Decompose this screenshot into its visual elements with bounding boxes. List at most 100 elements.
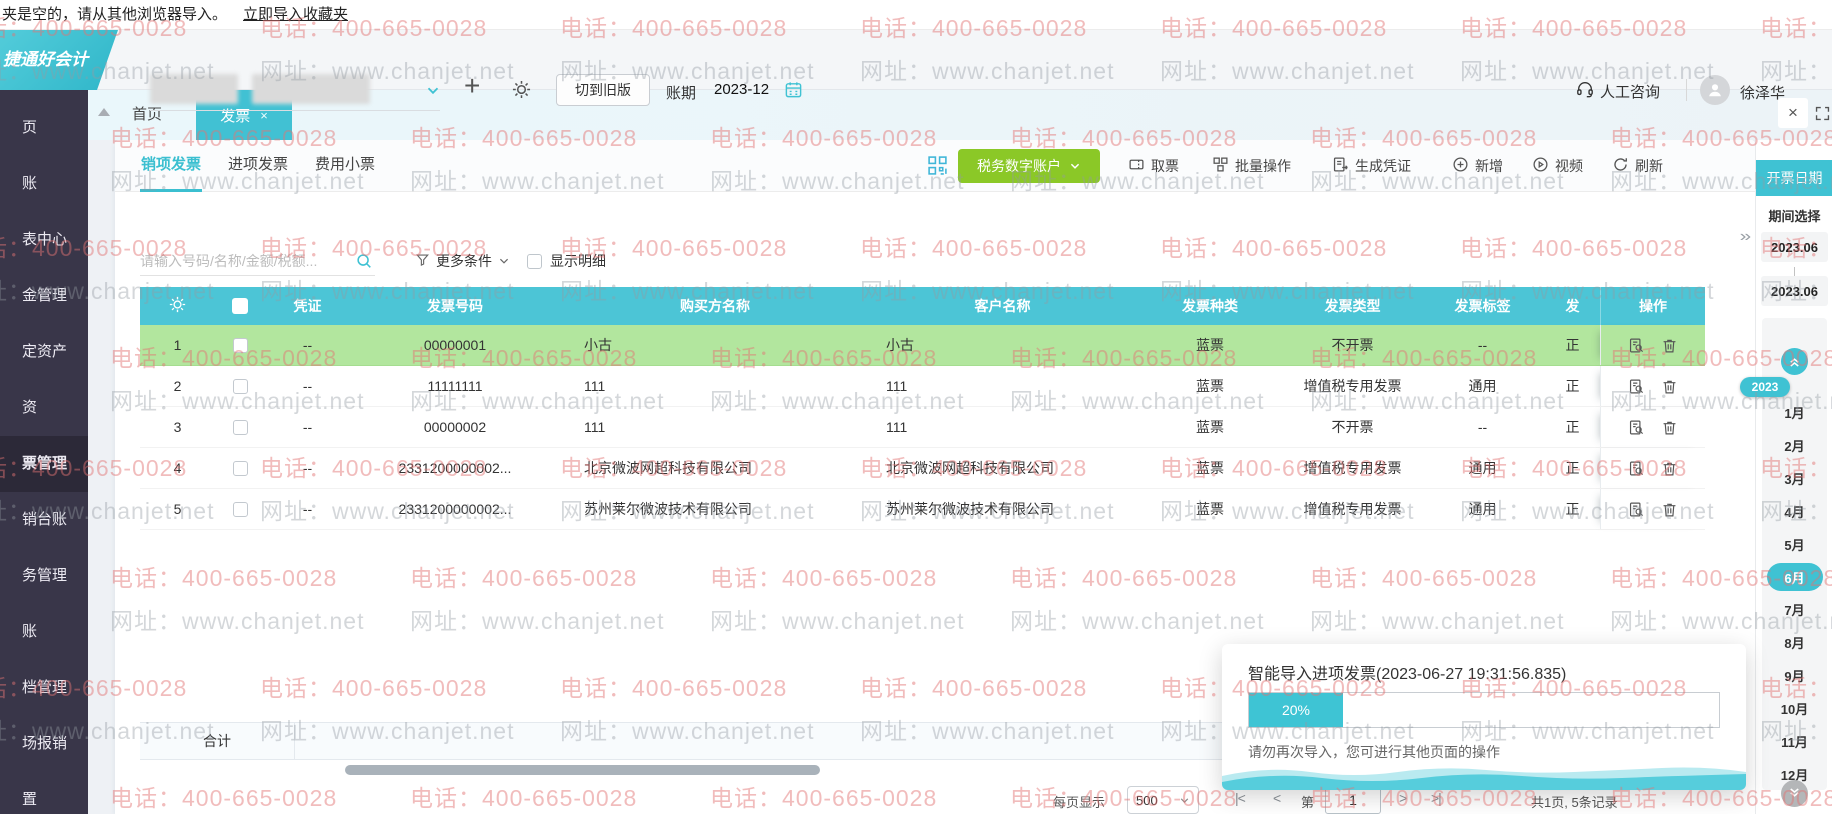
avatar[interactable]: [1700, 75, 1730, 105]
more-filters-button[interactable]: 更多条件: [415, 246, 510, 276]
support-button[interactable]: 人工咨询: [1576, 80, 1660, 102]
months-scroll-up-icon[interactable]: [1781, 348, 1808, 375]
next-page-button[interactable]: >: [1399, 790, 1407, 806]
period-value[interactable]: 2023-12: [714, 81, 769, 98]
delete-icon[interactable]: [1661, 337, 1678, 354]
last-page-button[interactable]: >|: [1431, 790, 1442, 806]
refresh-label: 刷新: [1635, 158, 1663, 174]
video-button[interactable]: 视频: [1532, 140, 1583, 192]
qr-code-icon[interactable]: [927, 155, 948, 181]
search-icon[interactable]: [355, 252, 373, 275]
search-input[interactable]: [140, 246, 375, 276]
horizontal-scrollbar[interactable]: [345, 765, 820, 775]
batch-operation-button[interactable]: 批量操作: [1212, 140, 1291, 192]
sidebar-item[interactable]: 账: [0, 604, 88, 660]
sidebar-item[interactable]: 档管理: [0, 660, 88, 716]
tax-digital-account-button[interactable]: 税务数字账户: [958, 149, 1100, 183]
row-checkbox[interactable]: [232, 501, 248, 517]
sidebar-item[interactable]: 置: [0, 772, 88, 814]
range-end-box[interactable]: 2023.06: [1761, 276, 1828, 306]
sidebar-item[interactable]: 金管理: [0, 268, 88, 324]
add-new-button[interactable]: 新增: [1452, 140, 1503, 192]
sidebar-item[interactable]: 销台账: [0, 492, 88, 548]
row-checkbox[interactable]: [232, 419, 248, 435]
month-item[interactable]: 1月: [1767, 396, 1823, 429]
months-scroll-down-icon[interactable]: [1781, 780, 1808, 807]
month-item[interactable]: 3月: [1767, 462, 1823, 495]
subtab-sales-invoice[interactable]: 销项发票: [140, 140, 202, 192]
prev-page-button[interactable]: <: [1273, 790, 1281, 806]
first-page-button[interactable]: |<: [1235, 790, 1246, 806]
sidebar-item[interactable]: 场报销: [0, 716, 88, 772]
select-all-checkbox[interactable]: [232, 298, 248, 314]
view-voucher-icon[interactable]: [1628, 460, 1645, 477]
delete-icon[interactable]: [1661, 419, 1678, 436]
sidebar-item[interactable]: 定资产: [0, 324, 88, 380]
sidebar-item[interactable]: 页: [0, 100, 88, 156]
sidebar-item[interactable]: 务管理: [0, 548, 88, 604]
calendar-icon[interactable]: [784, 80, 803, 104]
row-voucher: --: [302, 460, 313, 476]
add-account-button[interactable]: +: [464, 70, 480, 102]
delete-icon[interactable]: [1661, 378, 1678, 395]
header-divider: [1686, 79, 1687, 101]
month-item[interactable]: 6月: [1766, 563, 1823, 591]
row-checkbox[interactable]: [232, 460, 248, 476]
invoice-date-button[interactable]: 开票日期: [1756, 160, 1832, 196]
row-customer: 北京微波网超科技有限公司: [886, 460, 1054, 476]
show-detail-checkbox[interactable]: [527, 253, 542, 269]
table-row[interactable]: 1 -- 00000001 小古 小古 蓝票 不开票 -- 正: [140, 325, 1705, 366]
sidebar-item[interactable]: 资: [0, 380, 88, 436]
row-checkbox[interactable]: [232, 337, 248, 353]
page-number-input[interactable]: [1325, 786, 1381, 814]
row-invoice-type: 不开票: [1331, 419, 1374, 435]
sidebar-item[interactable]: 票管理: [0, 436, 88, 492]
month-item[interactable]: 9月: [1767, 659, 1823, 692]
fetch-invoice-button[interactable]: 取票: [1128, 140, 1179, 192]
generate-voucher-button[interactable]: 生成凭证: [1332, 140, 1411, 192]
delete-icon[interactable]: [1661, 460, 1678, 477]
user-name[interactable]: 徐泽华: [1740, 82, 1785, 103]
month-item[interactable]: 10月: [1767, 692, 1823, 725]
sidebar-item[interactable]: 表中心: [0, 212, 88, 268]
import-bookmarks-link[interactable]: 立即导入收藏夹: [243, 6, 348, 23]
row-checkbox[interactable]: [232, 378, 248, 394]
view-voucher-icon[interactable]: [1628, 378, 1645, 395]
month-item[interactable]: 8月: [1767, 626, 1823, 659]
view-voucher-icon[interactable]: [1628, 337, 1645, 354]
column-settings-header[interactable]: [140, 287, 215, 325]
refresh-button[interactable]: 刷新: [1612, 140, 1663, 192]
delete-icon[interactable]: [1661, 501, 1678, 518]
subtab-expense-receipt[interactable]: 费用小票: [314, 140, 376, 192]
per-page-select[interactable]: 500: [1127, 786, 1199, 814]
month-item[interactable]: 5月: [1767, 528, 1823, 561]
funnel-icon: [415, 252, 430, 270]
sidebar-item[interactable]: 账: [0, 156, 88, 212]
tax-digital-account-label: 税务数字账户: [977, 158, 1061, 174]
table-body: 1 -- 00000001 小古 小古 蓝票 不开票 -- 正 2 -- 111…: [140, 325, 1705, 530]
range-start-box[interactable]: 2023.06: [1761, 232, 1828, 262]
month-item[interactable]: 11月: [1767, 725, 1823, 758]
view-voucher-icon[interactable]: [1628, 501, 1645, 518]
month-item[interactable]: 4月: [1767, 495, 1823, 528]
company-dropdown-chevron-icon[interactable]: [424, 82, 442, 105]
month-item[interactable]: 7月: [1767, 593, 1823, 626]
period-select-label: 期间选择: [1768, 209, 1821, 224]
month-item[interactable]: 2月: [1767, 429, 1823, 462]
row-invoice-kind: 蓝票: [1196, 460, 1224, 476]
fullscreen-icon[interactable]: [1814, 105, 1831, 127]
app-logo: 捷通好会计: [0, 30, 118, 90]
table-row[interactable]: 4 -- 2331200000002... 北京微波网超科技有限公司 北京微波网…: [140, 448, 1705, 489]
panel-collapse-icon[interactable]: »: [1740, 228, 1752, 246]
view-voucher-icon[interactable]: [1628, 419, 1645, 436]
table-row[interactable]: 5 -- 2331200000002... 苏州莱尔微波技术有限公司 苏州莱尔微…: [140, 489, 1705, 530]
settings-gear-icon[interactable]: [512, 80, 531, 104]
table-row[interactable]: 2 -- 11111111 111 111 蓝票 增值税专用发票 通用 正: [140, 366, 1705, 407]
show-detail-toggle: 显示明细: [527, 246, 606, 276]
sidebar-scroll-up-icon[interactable]: [98, 108, 110, 116]
table-row[interactable]: 3 -- 00000002 111 111 蓝票 不开票 -- 正: [140, 407, 1705, 448]
subtab-input-invoice[interactable]: 进项发票: [227, 140, 289, 192]
switch-old-version-button[interactable]: 切到旧版: [556, 74, 650, 106]
gear-icon[interactable]: [169, 296, 186, 316]
batch-icon: [1212, 156, 1229, 176]
